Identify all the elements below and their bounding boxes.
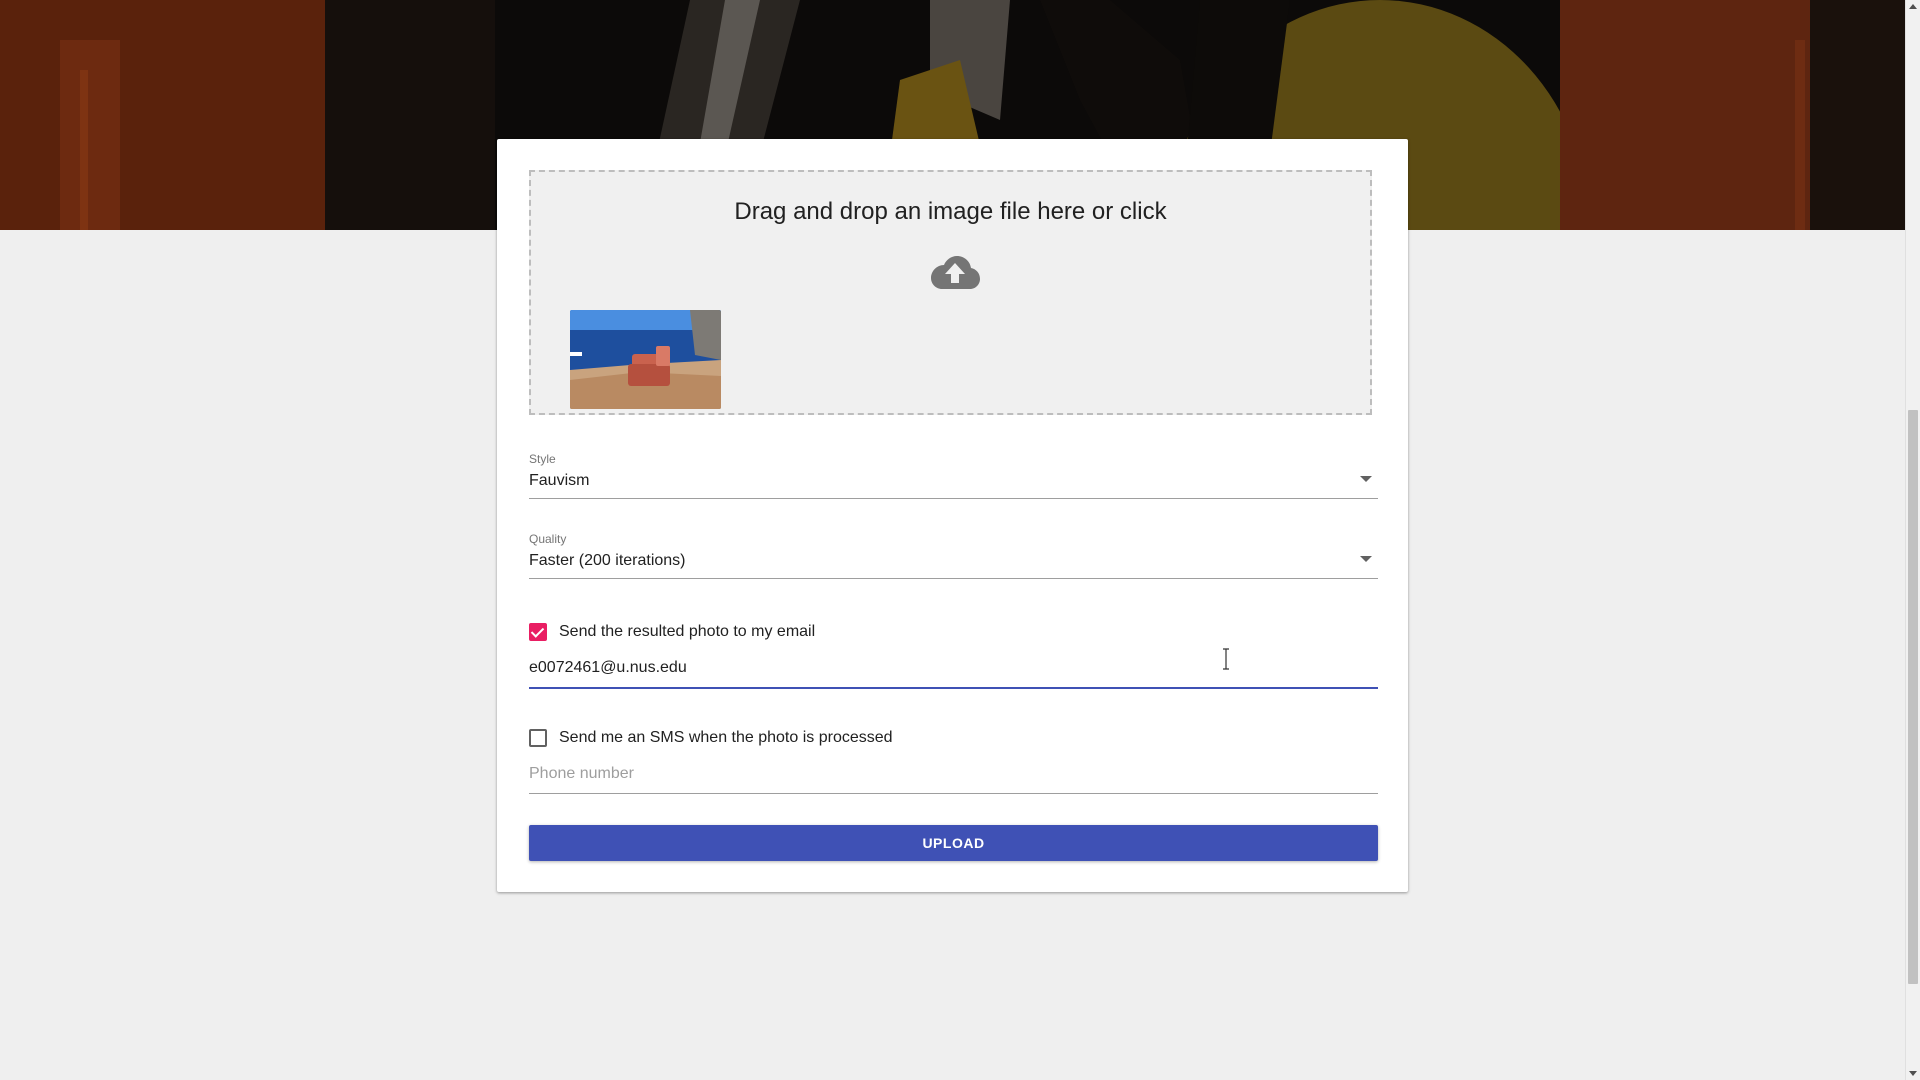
sms-option-row[interactable]: Send me an SMS when the photo is process… <box>529 726 893 750</box>
quality-select-label: Quality <box>529 532 567 546</box>
dropzone-title: Drag and drop an image file here or clic… <box>734 198 1167 225</box>
upload-button[interactable]: UPLOAD <box>529 825 1378 861</box>
email-field-value: e0072461@u.nus.edu <box>529 659 687 676</box>
image-dropzone[interactable]: Drag and drop an image file here or clic… <box>529 170 1372 415</box>
phone-number-placeholder: Phone number <box>529 765 634 782</box>
sms-checkbox-label: Send me an SMS when the photo is process… <box>559 729 893 746</box>
uploaded-image-thumbnail[interactable] <box>570 310 721 409</box>
style-select[interactable]: Style Fauvism <box>529 452 1378 499</box>
text-cursor-icon <box>1223 648 1229 670</box>
email-field-underline <box>529 687 1378 689</box>
quality-select-value: Faster (200 iterations) <box>529 552 686 569</box>
phone-number-field[interactable]: Phone number <box>529 763 1378 794</box>
email-option-row[interactable]: Send the resulted photo to my email <box>529 620 815 644</box>
email-checkbox-label: Send the resulted photo to my email <box>559 623 816 640</box>
style-select-underline <box>529 498 1378 499</box>
style-select-label: Style <box>529 452 556 466</box>
cloud-upload-icon <box>931 256 980 289</box>
chevron-down-icon <box>1360 476 1372 482</box>
email-checkbox[interactable] <box>529 623 547 641</box>
style-select-value: Fauvism <box>529 472 590 489</box>
email-field[interactable]: e0072461@u.nus.edu <box>529 657 1378 689</box>
page: Drag and drop an image file here or clic… <box>0 0 1905 1080</box>
scroll-down-arrow-icon[interactable] <box>1909 1071 1917 1076</box>
scrollbar-thumb[interactable] <box>1908 410 1918 984</box>
sms-checkbox[interactable] <box>529 729 547 747</box>
vertical-scrollbar[interactable] <box>1905 0 1920 1080</box>
quality-select[interactable]: Quality Faster (200 iterations) <box>529 532 1378 579</box>
phone-number-underline <box>529 793 1378 794</box>
scroll-up-arrow-icon[interactable] <box>1909 4 1917 9</box>
upload-form-card: Drag and drop an image file here or clic… <box>497 139 1408 892</box>
chevron-down-icon <box>1360 556 1372 562</box>
quality-select-underline <box>529 578 1378 579</box>
